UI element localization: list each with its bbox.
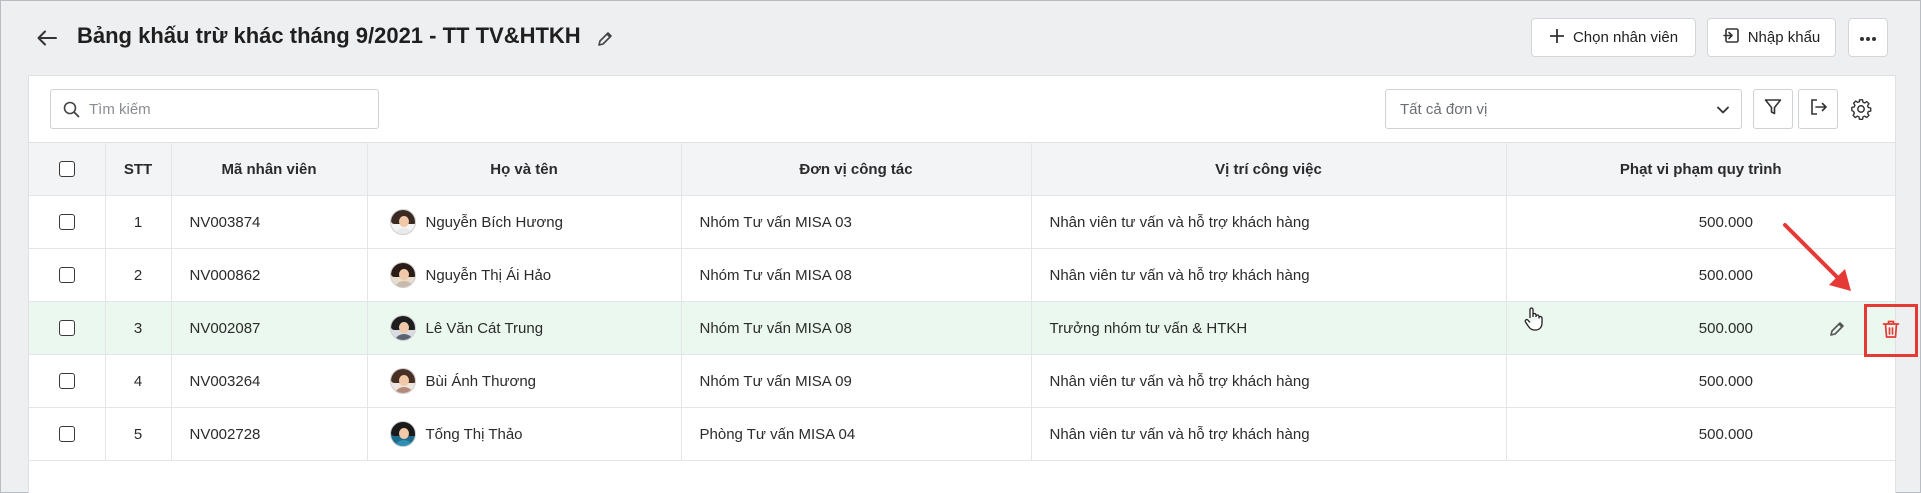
unit-select-value: Tất cả đơn vị — [1400, 100, 1488, 118]
col-header-fine: Phạt vi phạm quy trình — [1506, 142, 1895, 196]
gear-icon[interactable] — [1845, 93, 1877, 125]
row-unit: Nhóm Tư vấn MISA 09 — [681, 354, 1032, 408]
trash-icon — [1882, 319, 1900, 343]
plus-icon — [1549, 28, 1565, 48]
more-icon — [1859, 29, 1877, 46]
row-employee-code: NV002728 — [171, 407, 368, 461]
row-unit: Nhóm Tư vấn MISA 08 — [681, 301, 1032, 355]
row-position: Nhân viên tư vấn và hỗ trợ khách hàng — [1031, 195, 1507, 249]
col-header-name: Họ và tên — [367, 142, 682, 196]
row-stt: 3 — [105, 301, 172, 355]
select-all-checkbox[interactable] — [58, 161, 75, 177]
row-employee-name: Bùi Ánh Thương — [425, 372, 537, 390]
pencil-icon[interactable] — [1825, 317, 1849, 341]
table-row[interactable]: 1 NV003874 Nguyễn Bích Hương Nhóm Tư vấn… — [29, 195, 1895, 249]
choose-employee-label: Chọn nhân viên — [1572, 29, 1679, 46]
back-arrow-icon[interactable] — [33, 26, 61, 50]
avatar — [389, 368, 416, 394]
employee-table: STT Mã nhân viên Họ và tên Đơn vị công t… — [29, 142, 1918, 461]
row-checkbox[interactable] — [58, 214, 75, 230]
row-fine: 500.000 — [1506, 248, 1895, 302]
table-header-row: STT Mã nhân viên Họ và tên Đơn vị công t… — [29, 142, 1895, 196]
search-icon — [63, 101, 80, 118]
row-employee-code: NV003874 — [171, 195, 368, 249]
row-position: Nhân viên tư vấn và hỗ trợ khách hàng — [1031, 407, 1507, 461]
filter-button[interactable] — [1753, 89, 1793, 129]
import-icon — [1722, 27, 1740, 48]
row-fine: 500.000 — [1698, 319, 1753, 337]
row-fine: 500.000 — [1506, 354, 1895, 408]
row-position: Nhân viên tư vấn và hỗ trợ khách hàng — [1031, 354, 1507, 408]
col-header-code: Mã nhân viên — [171, 142, 368, 196]
row-checkbox[interactable] — [58, 373, 75, 389]
row-employee-code: NV003264 — [171, 354, 368, 408]
choose-employee-button[interactable]: Chọn nhân viên — [1531, 18, 1696, 57]
pencil-icon[interactable] — [593, 27, 617, 51]
row-checkbox[interactable] — [58, 267, 75, 283]
row-employee-name: Nguyễn Thị Ái Hảo — [425, 266, 552, 284]
avatar — [389, 421, 416, 447]
row-checkbox[interactable] — [58, 426, 75, 442]
search-box[interactable] — [50, 89, 379, 129]
delete-button[interactable] — [1864, 304, 1918, 357]
row-unit: Nhóm Tư vấn MISA 03 — [681, 195, 1032, 249]
page-header: Bảng khấu trừ khác tháng 9/2021 - TT TV&… — [1, 1, 1920, 75]
col-header-unit: Đơn vị công tác — [681, 142, 1032, 196]
row-employee-code: NV002087 — [171, 301, 368, 355]
table-row[interactable]: 4 NV003264 Bùi Ánh Thương Nhóm Tư vấn MI… — [29, 354, 1895, 408]
row-unit: Phòng Tư vấn MISA 04 — [681, 407, 1032, 461]
row-employee-code: NV000862 — [171, 248, 368, 302]
content-panel: Tất cả đơn vị STT Mã nhân viên Họ và tên — [28, 75, 1918, 493]
unit-select[interactable]: Tất cả đơn vị — [1385, 89, 1742, 129]
row-stt: 2 — [105, 248, 172, 302]
col-header-position: Vị trí công việc — [1031, 142, 1507, 196]
chevron-down-icon — [1717, 101, 1729, 118]
filter-icon — [1764, 98, 1782, 121]
row-fine: 500.000 — [1506, 195, 1895, 249]
avatar — [389, 209, 416, 235]
row-position: Trưởng nhóm tư vấn & HTKH — [1031, 301, 1507, 355]
row-employee-name: Tống Thị Thảo — [425, 425, 523, 443]
row-employee-name: Nguyễn Bích Hương — [425, 213, 563, 231]
import-label: Nhập khẩu — [1747, 29, 1821, 46]
row-stt: 5 — [105, 407, 172, 461]
search-input[interactable] — [89, 100, 359, 118]
page-title: Bảng khấu trừ khác tháng 9/2021 - TT TV&… — [77, 23, 581, 48]
avatar — [389, 262, 416, 288]
row-unit: Nhóm Tư vấn MISA 08 — [681, 248, 1032, 302]
import-button[interactable]: Nhập khẩu — [1707, 18, 1836, 57]
table-row-selected[interactable]: 3 NV002087 Lê Văn Cát Trung Nhóm Tư vấn … — [29, 301, 1918, 357]
row-checkbox[interactable] — [58, 320, 75, 336]
table-row[interactable]: 5 NV002728 Tống Thị Thảo Phòng Tư vấn MI… — [29, 407, 1895, 461]
export-button[interactable] — [1798, 89, 1838, 129]
row-position: Nhân viên tư vấn và hỗ trợ khách hàng — [1031, 248, 1507, 302]
row-stt: 1 — [105, 195, 172, 249]
row-actions — [1775, 302, 1918, 357]
header-checkbox-cell — [29, 142, 106, 196]
col-header-stt: STT — [105, 142, 172, 196]
row-fine: 500.000 — [1506, 407, 1895, 461]
more-button[interactable] — [1848, 18, 1888, 57]
row-stt: 4 — [105, 354, 172, 408]
row-employee-name: Lê Văn Cát Trung — [425, 319, 544, 337]
export-icon — [1809, 98, 1827, 121]
avatar — [389, 315, 416, 341]
table-row[interactable]: 2 NV000862 Nguyễn Thị Ái Hảo Nhóm Tư vấn… — [29, 248, 1895, 302]
